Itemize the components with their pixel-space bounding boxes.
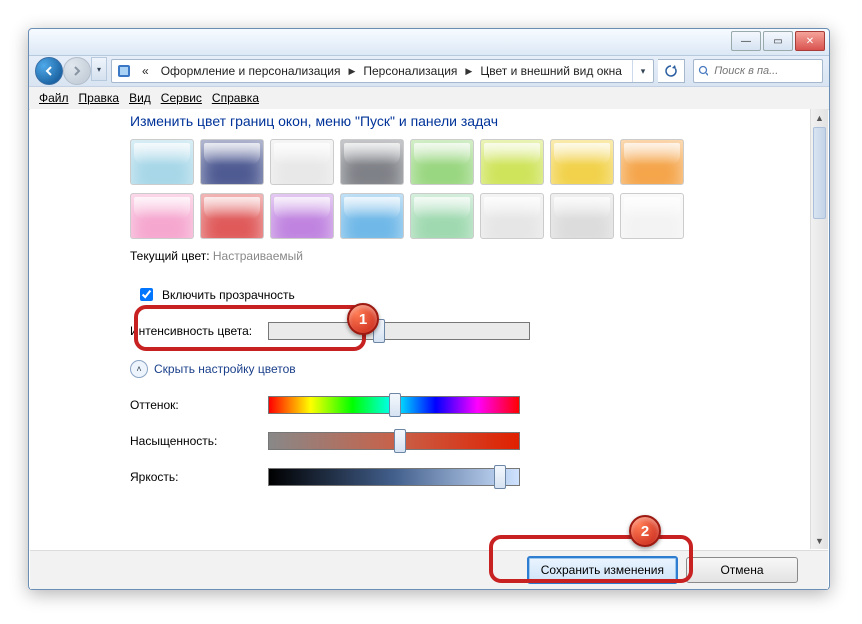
color-swatch[interactable] bbox=[130, 139, 194, 185]
menu-bar: Файл Правка Вид Сервис Справка bbox=[29, 87, 829, 110]
color-swatch[interactable] bbox=[410, 193, 474, 239]
color-swatch[interactable] bbox=[270, 193, 334, 239]
back-button[interactable] bbox=[35, 57, 63, 85]
current-color-value: Настраиваемый bbox=[213, 249, 303, 263]
scroll-up-arrow[interactable]: ▲ bbox=[811, 109, 828, 126]
address-bar[interactable]: « Оформление и персонализация ▶ Персонал… bbox=[111, 59, 654, 83]
chevron-right-icon: ▶ bbox=[346, 66, 357, 77]
slider-thumb[interactable] bbox=[389, 393, 401, 417]
current-color-label: Текущий цвет: bbox=[130, 249, 210, 263]
chevron-up-icon: ˄ bbox=[130, 360, 148, 378]
breadcrumb-personalization[interactable]: Персонализация bbox=[357, 60, 463, 82]
content-area: Изменить цвет границ окон, меню "Пуск" и… bbox=[30, 109, 811, 549]
color-swatch[interactable] bbox=[130, 193, 194, 239]
bri-label: Яркость: bbox=[130, 470, 260, 484]
control-panel-icon bbox=[116, 63, 132, 79]
color-swatch[interactable] bbox=[200, 193, 264, 239]
hue-slider[interactable] bbox=[268, 396, 520, 414]
color-swatch[interactable] bbox=[340, 139, 404, 185]
cancel-button[interactable]: Отмена bbox=[686, 557, 798, 583]
transparency-checkbox[interactable] bbox=[140, 288, 153, 301]
color-swatch[interactable] bbox=[270, 139, 334, 185]
search-icon bbox=[698, 65, 708, 77]
breadcrumb-window-color[interactable]: Цвет и внешний вид окна bbox=[474, 60, 628, 82]
intensity-label: Интенсивность цвета: bbox=[130, 324, 260, 338]
menu-help[interactable]: Справка bbox=[212, 91, 259, 105]
forward-button bbox=[63, 57, 91, 85]
color-swatch[interactable] bbox=[480, 139, 544, 185]
color-swatches bbox=[130, 139, 791, 239]
color-swatch[interactable] bbox=[200, 139, 264, 185]
step-badge-2: 2 bbox=[629, 515, 661, 547]
saturation-slider[interactable] bbox=[268, 432, 520, 450]
titlebar: — ▭ ✕ bbox=[29, 29, 829, 56]
color-swatch[interactable] bbox=[620, 139, 684, 185]
footer-bar: Сохранить изменения Отмена bbox=[30, 550, 828, 589]
menu-edit[interactable]: Правка bbox=[79, 91, 120, 105]
scrollbar-thumb[interactable] bbox=[813, 127, 826, 219]
refresh-button[interactable] bbox=[658, 59, 685, 83]
color-swatch[interactable] bbox=[340, 193, 404, 239]
page-title: Изменить цвет границ окон, меню "Пуск" и… bbox=[130, 113, 791, 129]
menu-tools[interactable]: Сервис bbox=[161, 91, 202, 105]
color-swatch[interactable] bbox=[410, 139, 474, 185]
color-swatch[interactable] bbox=[480, 193, 544, 239]
menu-view[interactable]: Вид bbox=[129, 91, 151, 105]
scroll-down-arrow[interactable]: ▼ bbox=[811, 532, 828, 549]
close-button[interactable]: ✕ bbox=[795, 31, 825, 51]
breadcrumb-prefix[interactable]: « bbox=[136, 60, 155, 82]
menu-file[interactable]: Файл bbox=[39, 91, 69, 105]
slider-thumb[interactable] bbox=[394, 429, 406, 453]
vertical-scrollbar[interactable]: ▲ ▼ bbox=[810, 109, 828, 549]
minimize-button[interactable]: — bbox=[731, 31, 761, 51]
search-box[interactable] bbox=[693, 59, 823, 83]
step-badge-1: 1 bbox=[347, 303, 379, 335]
maximize-button[interactable]: ▭ bbox=[763, 31, 793, 51]
hue-label: Оттенок: bbox=[130, 398, 260, 412]
history-dropdown[interactable]: ▾ bbox=[91, 57, 107, 81]
color-swatch[interactable] bbox=[620, 193, 684, 239]
color-swatch[interactable] bbox=[550, 139, 614, 185]
brightness-slider[interactable] bbox=[268, 468, 520, 486]
breadcrumb-appearance[interactable]: Оформление и персонализация bbox=[155, 60, 347, 82]
color-mixer-label: Скрыть настройку цветов bbox=[154, 362, 296, 376]
sat-label: Насыщенность: bbox=[130, 434, 260, 448]
address-dropdown[interactable]: ▾ bbox=[632, 60, 653, 82]
save-button[interactable]: Сохранить изменения bbox=[527, 556, 678, 584]
slider-thumb[interactable] bbox=[494, 465, 506, 489]
transparency-label: Включить прозрачность bbox=[162, 288, 295, 302]
navigation-bar: ▾ « Оформление и персонализация ▶ Персон… bbox=[29, 56, 829, 87]
intensity-slider[interactable] bbox=[268, 322, 530, 340]
color-mixer-toggle[interactable]: ˄ Скрыть настройку цветов bbox=[130, 360, 791, 378]
color-swatch[interactable] bbox=[550, 193, 614, 239]
chevron-right-icon: ▶ bbox=[463, 66, 474, 77]
window-frame: — ▭ ✕ ▾ « Оформление и персонализация ▶ … bbox=[28, 28, 830, 590]
search-input[interactable] bbox=[712, 64, 818, 78]
current-color-row: Текущий цвет: Настраиваемый bbox=[130, 249, 791, 263]
